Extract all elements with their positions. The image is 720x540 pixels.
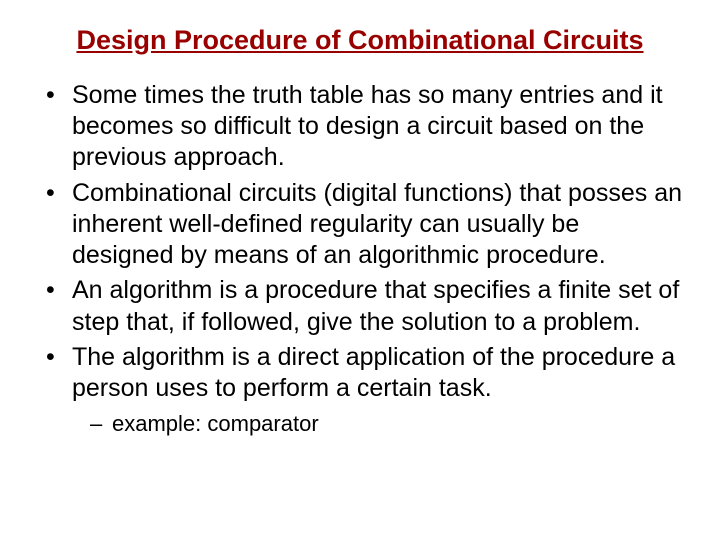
bullet-text: The algorithm is a direct application of…	[72, 343, 675, 402]
bullet-item: Combinational circuits (digital function…	[44, 178, 684, 272]
sub-bullet-item: example: comparator	[90, 410, 684, 439]
slide: Design Procedure of Combinational Circui…	[0, 0, 720, 540]
bullet-list: Some times the truth table has so many e…	[36, 80, 684, 439]
sub-bullet-list: example: comparator	[72, 410, 684, 439]
bullet-item: Some times the truth table has so many e…	[44, 80, 684, 174]
bullet-item: The algorithm is a direct application of…	[44, 342, 684, 439]
bullet-item: An algorithm is a procedure that specifi…	[44, 275, 684, 338]
slide-title: Design Procedure of Combinational Circui…	[36, 24, 684, 58]
